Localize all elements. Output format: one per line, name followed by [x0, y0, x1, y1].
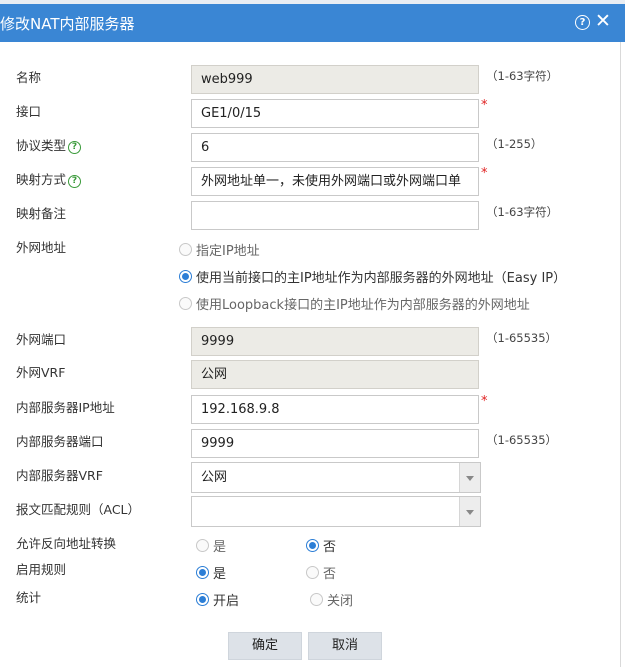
reverse-label: 允许反向地址转换	[16, 536, 117, 551]
radio-enable-yes[interactable]	[196, 566, 209, 579]
acl-label: 报文匹配规则（ACL）	[16, 502, 141, 517]
radio-loopback[interactable]	[179, 297, 192, 310]
reverse-yes-label: 是	[213, 540, 227, 555]
interface-field[interactable]: GE1/0/15	[191, 99, 479, 128]
remark-hint: （1-63字符）	[486, 205, 559, 219]
enable-no-label: 否	[323, 567, 337, 582]
radio-reverse-yes[interactable]	[196, 539, 209, 552]
reverse-yes-option[interactable]: 是	[196, 536, 226, 555]
radio-stats-on[interactable]	[196, 593, 209, 606]
enable-no-option[interactable]: 否	[306, 563, 336, 582]
protocol-hint: （1-255）	[486, 137, 543, 151]
chevron-down-icon[interactable]	[459, 497, 480, 526]
internal-vrf-value: 公网	[201, 470, 228, 485]
external-address-option-loopback[interactable]: 使用Loopback接口的主IP地址作为内部服务器的外网地址	[179, 294, 530, 313]
enable-yes-option[interactable]: 是	[196, 563, 226, 582]
dialog-edge	[620, 42, 621, 667]
reverse-no-label: 否	[323, 540, 337, 555]
internal-ip-required-mark: *	[481, 394, 488, 409]
protocol-label-text: 协议类型	[16, 138, 67, 153]
external-address-label: 外网地址	[16, 240, 67, 255]
option-ip-label: 指定IP地址	[196, 244, 260, 259]
external-vrf-field[interactable]: 公网	[191, 360, 479, 389]
dialog-title-bar: 修改NAT内部服务器 ? ✕	[0, 4, 625, 42]
mapping-label-text: 映射方式	[16, 172, 67, 187]
external-port-hint: （1-65535）	[486, 331, 558, 345]
ok-button[interactable]: 确定	[228, 632, 302, 660]
close-icon[interactable]: ✕	[595, 11, 611, 31]
external-port-label: 外网端口	[16, 332, 67, 347]
internal-ip-label: 内部服务器IP地址	[16, 400, 115, 415]
radio-stats-off[interactable]	[310, 593, 323, 606]
dialog-title: 修改NAT内部服务器	[0, 15, 135, 33]
name-hint: （1-63字符）	[486, 69, 559, 83]
protocol-field[interactable]: 6	[191, 133, 479, 162]
name-field[interactable]: web999	[191, 65, 479, 94]
mapping-field[interactable]: 外网地址单一，未使用外网端口或外网端口单	[191, 167, 479, 196]
mapping-label: 映射方式?	[16, 169, 82, 188]
option-loopback-label: 使用Loopback接口的主IP地址作为内部服务器的外网地址	[196, 298, 530, 313]
external-port-field[interactable]: 9999	[191, 327, 479, 356]
protocol-help-icon[interactable]: ?	[68, 141, 82, 154]
remark-field[interactable]	[191, 201, 479, 230]
external-address-option-ip[interactable]: 指定IP地址	[179, 240, 260, 259]
external-address-option-easyip[interactable]: 使用当前接口的主IP地址作为内部服务器的外网地址（Easy IP）	[179, 267, 566, 286]
stats-off-label: 关闭	[327, 594, 354, 609]
name-label: 名称	[16, 70, 42, 85]
external-vrf-label: 外网VRF	[16, 365, 66, 380]
mapping-help-icon[interactable]: ?	[68, 175, 82, 188]
radio-specify-ip[interactable]	[179, 243, 192, 256]
internal-ip-field[interactable]: 192.168.9.8	[191, 395, 479, 424]
protocol-label: 协议类型?	[16, 135, 82, 154]
stats-on-option[interactable]: 开启	[196, 590, 239, 609]
remark-label: 映射备注	[16, 206, 67, 221]
chevron-down-icon[interactable]	[459, 463, 480, 492]
stats-label: 统计	[16, 590, 42, 605]
radio-easy-ip[interactable]	[179, 270, 192, 283]
reverse-no-option[interactable]: 否	[306, 536, 336, 555]
radio-reverse-no[interactable]	[306, 539, 319, 552]
cancel-button[interactable]: 取消	[308, 632, 382, 660]
internal-vrf-select[interactable]: 公网	[191, 462, 481, 493]
internal-port-field[interactable]: 9999	[191, 429, 479, 458]
enable-label: 启用规则	[16, 562, 67, 577]
internal-port-label: 内部服务器端口	[16, 434, 104, 449]
stats-on-label: 开启	[213, 594, 240, 609]
stats-off-option[interactable]: 关闭	[310, 590, 353, 609]
enable-yes-label: 是	[213, 567, 227, 582]
internal-vrf-label: 内部服务器VRF	[16, 468, 103, 483]
interface-label: 接口	[16, 104, 42, 119]
interface-required-mark: *	[481, 98, 488, 113]
internal-port-hint: （1-65535）	[486, 433, 558, 447]
option-easyip-label: 使用当前接口的主IP地址作为内部服务器的外网地址（Easy IP）	[196, 271, 567, 286]
acl-select[interactable]	[191, 496, 481, 527]
radio-enable-no[interactable]	[306, 566, 319, 579]
mapping-required-mark: *	[481, 166, 488, 181]
help-icon[interactable]: ?	[575, 15, 590, 30]
